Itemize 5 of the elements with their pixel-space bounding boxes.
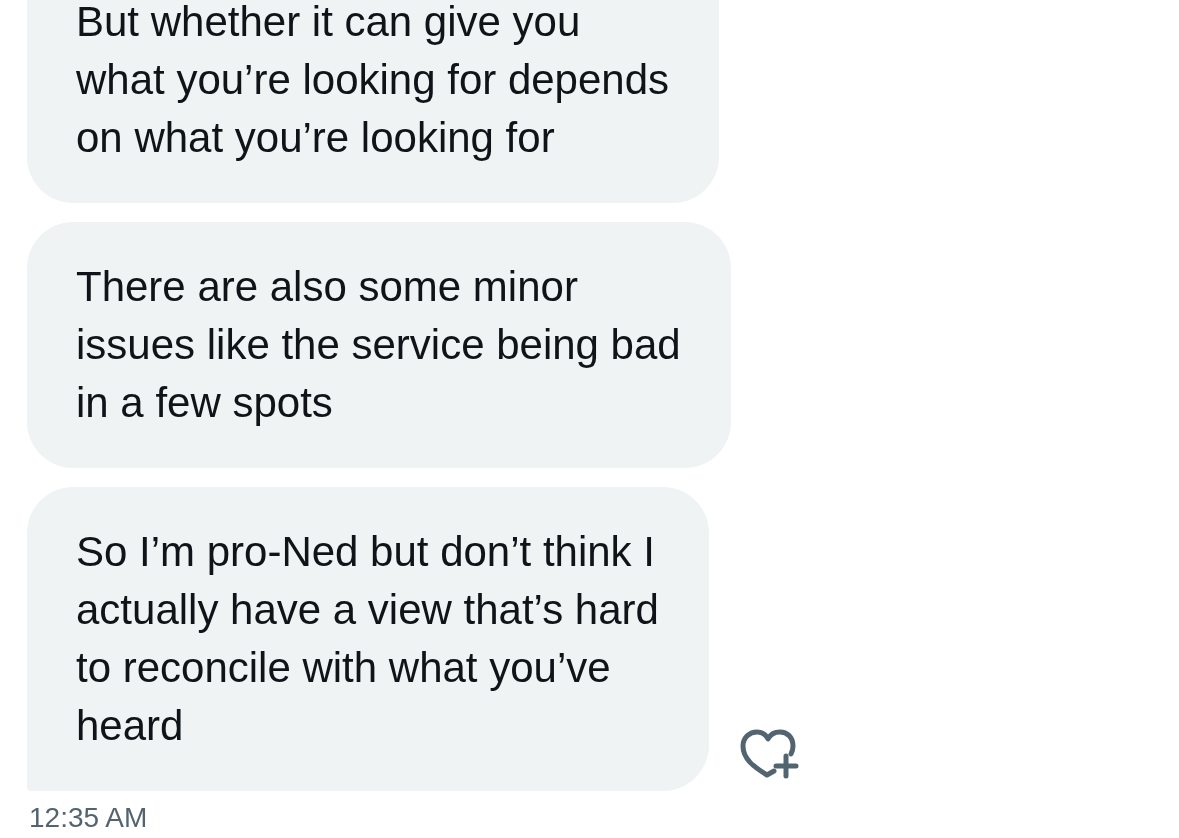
message-text: But whether it can give you what you’re looking for depends on what you’re looking for	[76, 0, 670, 163]
message-text: So I’m pro-Ned but don’t think I actually have a view that’s hard to reconcile with what you’ve heard	[76, 527, 659, 751]
message-text: There are also some minor issues like the service being bad in a few spots	[76, 262, 681, 428]
timestamp: 12:35 AM	[28, 802, 149, 834]
add-reaction-icon[interactable]	[739, 729, 800, 779]
